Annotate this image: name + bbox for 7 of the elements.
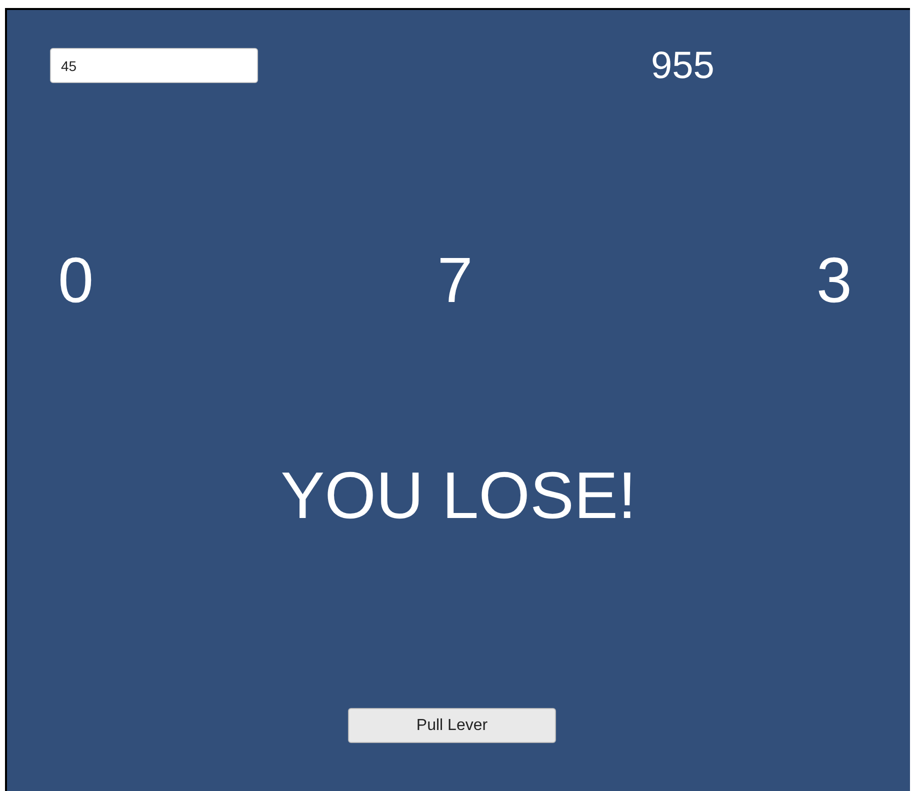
bet-input-field[interactable]: 45 [50,48,258,83]
score-text: 955 [651,46,714,84]
result-message: YOU LOSE! [280,462,636,528]
reel-digit: 0 [58,248,94,312]
reel-digit: 3 [816,248,852,312]
pull-lever-button[interactable]: Pull Lever [348,708,556,743]
reel-digit: 7 [437,248,473,312]
